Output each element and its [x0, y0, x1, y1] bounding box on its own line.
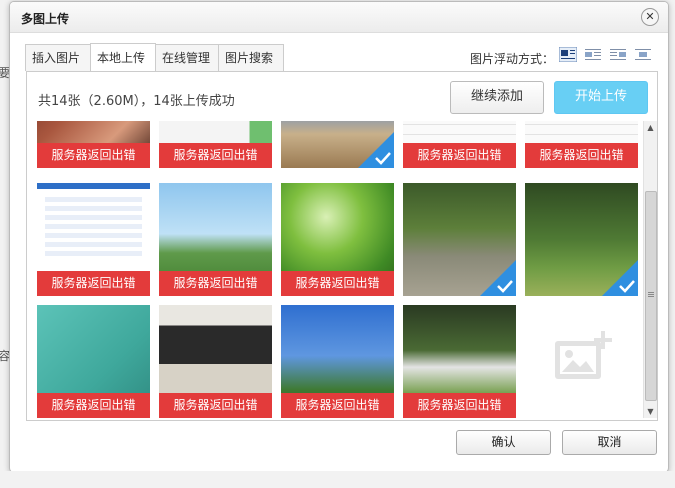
image-tile[interactable] [281, 121, 394, 168]
upload-status: 共14张（2.60M），14张上传成功 [38, 94, 235, 109]
scroll-down-icon[interactable]: ▼ [644, 405, 657, 418]
add-image-placeholder[interactable] [525, 305, 638, 418]
image-tile[interactable] [525, 183, 638, 296]
upload-error-badge: 服务器返回出错 [159, 143, 272, 168]
upload-error-badge: 服务器返回出错 [37, 143, 150, 168]
image-tile[interactable]: 服务器返回出错 [403, 305, 516, 418]
upload-error-badge: 服务器返回出错 [159, 271, 272, 296]
image-tile[interactable]: 服务器返回出错 [159, 121, 272, 168]
float-mode-label: 图片浮动方式： [470, 52, 555, 66]
selected-check-icon [480, 260, 516, 296]
upload-error-badge: 服务器返回出错 [403, 143, 516, 168]
tab-image-search[interactable]: 图片搜索 [218, 44, 284, 71]
image-tile[interactable]: 服务器返回出错 [159, 183, 272, 296]
continue-add-button[interactable]: 继续添加 [450, 81, 544, 114]
page-background-strip [0, 471, 675, 488]
confirm-button[interactable]: 确认 [456, 430, 551, 455]
image-grid-scrollbar[interactable]: ▲ ▼ [643, 121, 657, 418]
upload-error-badge: 服务器返回出错 [403, 393, 516, 418]
add-image-icon [555, 331, 612, 379]
multi-image-upload-dialog: 多图上传 ✕ 插入图片 本地上传 在线管理 图片搜索 图片浮动方式： 共14张（… [9, 1, 669, 473]
image-tile[interactable]: 服务器返回出错 [159, 305, 272, 418]
scrollbar-thumb[interactable] [645, 191, 657, 401]
selected-check-icon [602, 260, 638, 296]
float-center-icon[interactable] [634, 47, 652, 62]
scroll-up-icon[interactable]: ▲ [644, 121, 657, 134]
image-tile[interactable]: 服务器返回出错 [281, 305, 394, 418]
dialog-titlebar[interactable]: 多图上传 ✕ [10, 2, 668, 33]
image-grid: 服务器返回出错 服务器返回出错 服务器返回出错 服务器返回出错 服务器返回出错 … [37, 121, 644, 418]
tab-local-upload[interactable]: 本地上传 [90, 43, 156, 72]
upload-error-badge: 服务器返回出错 [281, 393, 394, 418]
close-icon[interactable]: ✕ [641, 8, 659, 26]
selected-check-icon [358, 132, 394, 168]
image-tile[interactable]: 服务器返回出错 [37, 183, 150, 296]
image-tile[interactable]: 服务器返回出错 [37, 305, 150, 418]
image-tile[interactable] [403, 183, 516, 296]
start-upload-button[interactable]: 开始上传 [554, 81, 648, 114]
upload-error-badge: 服务器返回出错 [37, 271, 150, 296]
float-right-icon[interactable] [609, 47, 627, 62]
tab-online-manage[interactable]: 在线管理 [155, 44, 221, 71]
image-tile[interactable]: 服务器返回出错 [281, 183, 394, 296]
image-tile[interactable]: 服务器返回出错 [37, 121, 150, 168]
tab-insert-image[interactable]: 插入图片 [25, 44, 91, 71]
dialog-title: 多图上传 [21, 12, 70, 26]
upload-panel: 共14张（2.60M），14张上传成功 继续添加 开始上传 服务器返回出错 服务… [26, 71, 658, 421]
float-left-icon[interactable] [584, 47, 602, 62]
cancel-button[interactable]: 取消 [562, 430, 657, 455]
image-tile[interactable]: 服务器返回出错 [403, 121, 516, 168]
upload-error-badge: 服务器返回出错 [159, 393, 272, 418]
float-none-icon[interactable] [559, 47, 577, 62]
image-tile[interactable]: 服务器返回出错 [525, 121, 638, 168]
upload-error-badge: 服务器返回出错 [37, 393, 150, 418]
upload-error-badge: 服务器返回出错 [281, 271, 394, 296]
upload-error-badge: 服务器返回出错 [525, 143, 638, 168]
